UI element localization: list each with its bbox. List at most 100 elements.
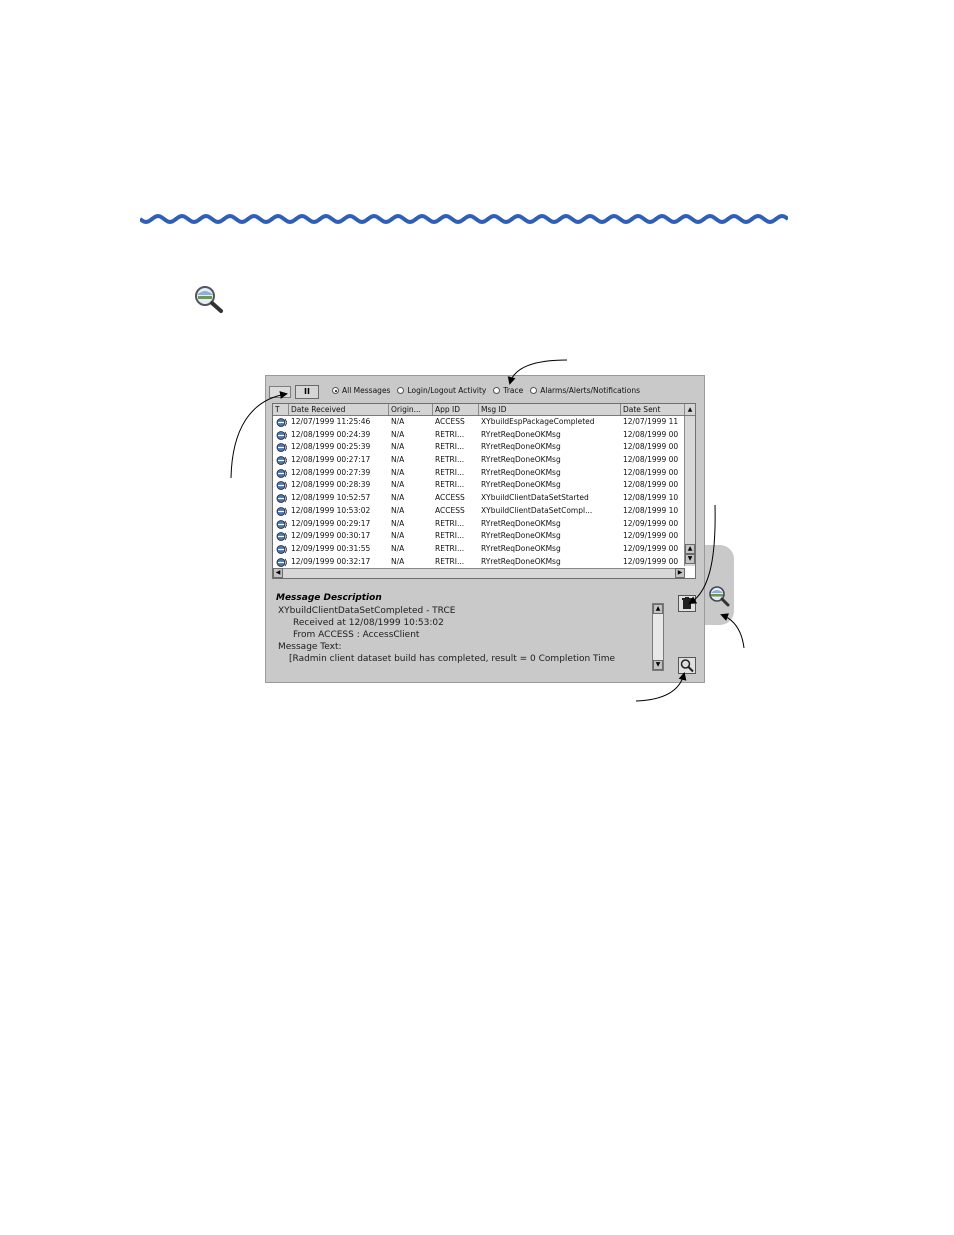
filter-label: Trace [503,386,524,395]
message-monitor-window: II All Messages Login/Logout Activity Tr… [265,375,705,683]
date-sent-cell: 12/07/1999 11 [623,417,679,426]
row-type-cell [273,518,289,531]
origin-cell: N/A [391,518,405,528]
date-received-cell: 12/07/1999 11:25:46 [291,417,371,426]
table-row[interactable]: 12/08/1999 00:27:39 N/A RETRI... RYretReqDo… [273,467,685,480]
filter-alarms[interactable]: Alarms/Alerts/Notifications [530,386,640,395]
msg-id-cell: RYretReqDoneOKMsg [481,518,561,528]
radio-selected-icon [332,387,339,394]
filter-trace[interactable]: Trace [493,386,523,395]
table-row[interactable]: 12/08/1999 00:24:39 N/A RETRI... RYretReqDo… [273,429,685,442]
column-header-msg-id[interactable]: Msg ID [479,404,621,415]
date-received-cell: 12/09/1999 00:30:17 [291,531,371,541]
column-header-origin[interactable]: Origin... [389,404,433,415]
filter-all-messages[interactable]: All Messages [332,386,390,395]
description-title: Message Description [276,593,382,603]
row-type-cell [273,454,289,467]
message-icon [276,506,288,516]
message-icon [276,532,288,542]
message-table: T Date Received Origin... App ID Msg ID … [272,403,696,579]
table-body: 12/07/1999 11:25:46 N/A ACCESS XYbuildEspPa… [273,416,685,578]
description-scrollbar[interactable]: ▲ ▼ [652,603,664,671]
app-id-cell: RETRI... [435,531,465,541]
table-row[interactable]: 12/08/1999 10:53:02 N/A ACCESS XYbuildClien… [273,505,685,518]
table-row[interactable]: 12/08/1999 00:25:39 N/A RETRI... RYretReqDo… [273,441,685,454]
app-id-cell: RETRI... [435,467,465,477]
description-line: From ACCESS : AccessClient [293,630,420,640]
row-type-cell [273,441,289,454]
msg-id-cell: RYretReqDoneOKMsg [481,442,561,452]
message-filter-group: All Messages Login/Logout Activity Trace… [332,386,640,395]
message-icon [276,494,288,504]
date-sent-cell: 12/08/1999 00 [623,480,679,490]
column-header-date-sent[interactable]: Date Sent [621,404,685,415]
date-received-cell: 12/09/1999 00:29:17 [291,518,371,528]
table-vertical-scrollbar[interactable]: ▼ ▲ [684,416,695,566]
column-header-type[interactable]: T [273,404,289,415]
table-row[interactable]: 12/07/1999 11:25:46 N/A ACCESS XYbuildEspPa… [273,416,685,429]
date-sent-cell: 12/08/1999 10 [623,493,679,503]
sort-up-icon[interactable]: ▲ [685,404,695,415]
message-icon [276,456,288,465]
date-sent-cell: 12/08/1999 00 [623,467,679,477]
pause-button[interactable]: II [295,385,319,399]
wavy-divider [140,213,788,225]
magnifier-icon [680,659,694,673]
date-received-cell: 12/08/1999 00:27:39 [291,467,371,477]
message-icon [276,468,288,478]
radio-icon [397,387,405,394]
description-line: Message Text: [278,642,342,652]
app-id-cell: ACCESS [435,505,465,515]
filter-login-logout[interactable]: Login/Logout Activity [397,386,486,395]
message-icon [276,443,288,453]
date-sent-cell: 12/09/1999 00 [623,543,679,553]
table-row[interactable]: 12/08/1999 00:28:39 N/A RETRI... RYretReqDo… [273,479,685,492]
scroll-up-button[interactable]: ▲ [685,544,695,554]
msg-id-cell: RYretReqDoneOKMsg [481,556,561,566]
filter-label: All Messages [342,386,391,395]
row-type-cell [273,467,289,480]
table-row[interactable]: 12/09/1999 00:31:55 N/A RETRI... RYretReqDo… [273,543,685,556]
app-id-cell: RETRI... [435,429,465,439]
scroll-left-button[interactable]: ◀ [273,568,283,578]
scroll-right-button[interactable]: ▶ [675,568,685,578]
date-received-cell: 12/08/1999 00:24:39 [291,429,371,439]
date-sent-cell: 12/08/1999 10 [623,505,679,515]
date-sent-cell: 12/08/1999 00 [623,429,679,439]
app-id-cell: RETRI... [435,455,465,465]
date-sent-cell: 12/09/1999 00 [623,531,679,541]
column-header-app-id[interactable]: App ID [433,404,479,415]
date-sent-cell: 12/09/1999 00 [623,518,679,528]
message-icon [276,557,288,567]
column-header-date-received[interactable]: Date Received [289,404,389,415]
origin-cell: N/A [391,442,405,452]
msg-id-cell: RYretReqDoneOKMsg [481,467,561,477]
row-type-cell [273,492,289,505]
delete-button[interactable] [678,595,696,612]
origin-cell: N/A [391,455,405,465]
msg-id-cell: XYbuildEspPackageCompleted [481,417,595,426]
date-sent-cell: 12/09/1999 00 [623,556,679,566]
magnifier-icon[interactable] [707,585,731,607]
description-scroll-down[interactable]: ▼ [653,660,663,670]
description-line: XYbuildClientDataSetCompleted - TRCE [278,606,456,616]
table-row[interactable]: 12/09/1999 00:32:17 N/A RETRI... RYretReqDo… [273,556,685,569]
app-id-cell: RETRI... [435,518,465,528]
date-received-cell: 12/09/1999 00:32:17 [291,556,371,566]
table-row[interactable]: 12/08/1999 10:52:57 N/A ACCESS XYbuildClien… [273,492,685,505]
scroll-down-button[interactable]: ▼ [685,554,695,564]
row-type-cell [273,479,289,492]
table-row[interactable]: 12/08/1999 00:27:17 N/A RETRI... RYretReqDo… [273,454,685,467]
play-button[interactable] [269,386,291,398]
table-horizontal-scrollbar[interactable]: ◀ ▶ [273,568,685,578]
msg-id-cell: XYbuildClientDataSetStarted [481,493,589,503]
table-row[interactable]: 12/09/1999 00:29:17 N/A RETRI... RYretReqDo… [273,518,685,531]
app-id-cell: ACCESS [435,417,465,426]
msg-id-cell: RYretReqDoneOKMsg [481,531,561,541]
description-scroll-up[interactable]: ▲ [653,604,663,614]
message-icon [276,519,288,529]
zoom-button[interactable] [678,657,696,674]
table-row[interactable]: 12/09/1999 00:30:17 N/A RETRI... RYretReqDo… [273,530,685,543]
msg-id-cell: XYbuildClientDataSetCompl... [481,505,593,515]
origin-cell: N/A [391,417,405,426]
